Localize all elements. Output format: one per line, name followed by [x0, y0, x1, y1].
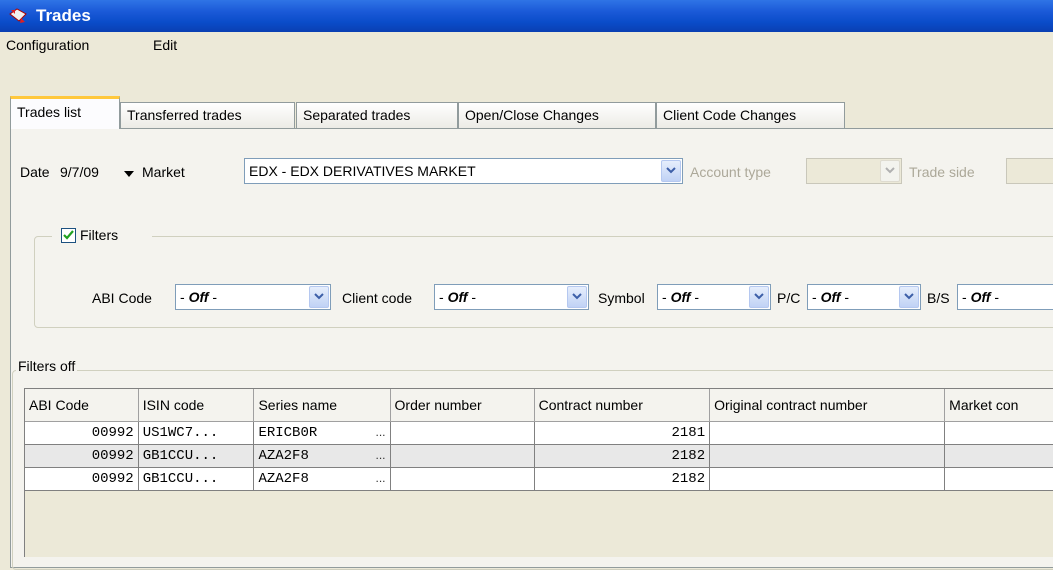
cell-series-name: ERICB0R... — [253, 421, 391, 445]
trade-side-select[interactable] — [1006, 158, 1053, 184]
filters-group — [34, 236, 1053, 328]
menu-configuration[interactable]: Configuration — [6, 37, 89, 53]
cell-abi-code: 00992 — [25, 444, 139, 468]
date-value[interactable]: 9/7/09 — [60, 164, 99, 180]
cell-isin-code: GB1CCU... — [138, 444, 255, 468]
chevron-down-icon — [754, 293, 764, 300]
bs-value: - Off - — [962, 289, 1000, 305]
tab-client-code-changes[interactable]: Client Code Changes — [656, 102, 845, 128]
market-dropdown-button[interactable] — [661, 160, 681, 182]
filters-label: Filters — [80, 227, 119, 243]
col-header-contract-number[interactable]: Contract number — [534, 389, 711, 422]
checkmark-icon — [63, 230, 74, 240]
cell-order-number — [390, 421, 535, 445]
table-header-row: ABI Code ISIN code Series name Order num… — [25, 389, 1053, 422]
cell-market-con — [944, 421, 1053, 445]
chevron-down-icon — [572, 293, 582, 300]
chevron-down-icon — [904, 293, 914, 300]
market-label: Market — [142, 164, 185, 180]
col-header-order-number[interactable]: Order number — [390, 389, 535, 422]
series-ellipsis-button[interactable]: ... — [376, 448, 386, 462]
pc-label: P/C — [777, 290, 801, 306]
tab-strip: Trades list Transferred trades Separated… — [0, 96, 1053, 129]
chevron-down-icon — [314, 293, 324, 300]
abi-code-dropdown-button[interactable] — [309, 286, 329, 308]
chevron-down-icon — [885, 167, 895, 174]
cell-series-name: AZA2F8... — [253, 444, 391, 468]
table-row[interactable]: 00992 GB1CCU... AZA2F8... 2182 — [25, 444, 1053, 468]
client-code-label: Client code — [342, 290, 413, 306]
col-header-original-contract-number[interactable]: Original contract number — [709, 389, 946, 422]
symbol-select[interactable]: - Off - — [657, 284, 771, 310]
cell-original-contract-number — [709, 444, 946, 468]
cell-series-name: AZA2F8... — [253, 467, 391, 491]
symbol-dropdown-button[interactable] — [749, 286, 769, 308]
cell-original-contract-number — [709, 421, 946, 445]
cell-order-number — [390, 467, 535, 491]
app-icon — [9, 8, 27, 23]
client-code-select[interactable]: - Off - — [434, 284, 589, 310]
pc-select[interactable]: - Off - — [807, 284, 921, 310]
tab-separated-trades[interactable]: Separated trades — [296, 102, 458, 128]
cell-isin-code: US1WC7... — [138, 421, 255, 445]
cell-isin-code: GB1CCU... — [138, 467, 255, 491]
abi-code-value: - Off - — [180, 289, 218, 305]
tab-open-close-changes[interactable]: Open/Close Changes — [458, 102, 656, 128]
filters-checkbox[interactable] — [61, 228, 76, 243]
cell-abi-code: 00992 — [25, 421, 139, 445]
account-type-dropdown-button[interactable] — [880, 160, 900, 182]
col-header-market-con[interactable]: Market con — [944, 389, 1053, 422]
date-dropdown-icon[interactable] — [123, 170, 135, 178]
series-ellipsis-button[interactable]: ... — [376, 425, 386, 439]
account-type-select[interactable] — [806, 158, 902, 184]
tab-trades-list[interactable]: Trades list — [10, 96, 120, 129]
pc-dropdown-button[interactable] — [899, 286, 919, 308]
market-select[interactable]: EDX - EDX DERIVATIVES MARKET — [244, 158, 683, 184]
chevron-down-icon — [666, 167, 676, 174]
cell-order-number — [390, 444, 535, 468]
symbol-value: - Off - — [662, 289, 700, 305]
tab-transferred-trades[interactable]: Transferred trades — [120, 102, 295, 128]
cell-original-contract-number — [709, 467, 946, 491]
menu-edit[interactable]: Edit — [153, 37, 177, 53]
symbol-label: Symbol — [598, 290, 645, 306]
menu-bar: Configuration Edit — [0, 32, 1053, 58]
col-header-isin-code[interactable]: ISIN code — [138, 389, 255, 422]
abi-code-select[interactable]: - Off - — [175, 284, 331, 310]
col-header-abi-code[interactable]: ABI Code — [25, 389, 139, 422]
cell-contract-number: 2181 — [534, 421, 711, 445]
trade-side-label: Trade side — [909, 164, 975, 180]
client-code-dropdown-button[interactable] — [567, 286, 587, 308]
cell-market-con — [944, 444, 1053, 468]
table-row[interactable]: 00992 US1WC7... ERICB0R... 2181 — [25, 421, 1053, 445]
date-label: Date — [20, 164, 50, 180]
series-ellipsis-button[interactable]: ... — [376, 471, 386, 485]
cell-contract-number: 2182 — [534, 444, 711, 468]
filters-header: Filters — [52, 224, 152, 250]
col-header-series-name[interactable]: Series name — [253, 389, 391, 422]
results-group-label: Filters off — [16, 358, 78, 374]
cell-market-con — [944, 467, 1053, 491]
title-bar: Trades — [0, 0, 1053, 32]
pc-value: - Off - — [812, 289, 850, 305]
cell-contract-number: 2182 — [534, 467, 711, 491]
cell-abi-code: 00992 — [25, 467, 139, 491]
client-code-value: - Off - — [439, 289, 477, 305]
account-type-label: Account type — [690, 164, 771, 180]
abi-code-label: ABI Code — [92, 290, 152, 306]
trades-table: ABI Code ISIN code Series name Order num… — [24, 388, 1053, 557]
bs-select[interactable]: - Off - — [957, 284, 1053, 310]
table-row[interactable]: 00992 GB1CCU... AZA2F8... 2182 — [25, 467, 1053, 491]
window-title: Trades — [36, 6, 91, 25]
trades-grid: ABI Code ISIN code Series name Order num… — [25, 389, 1053, 491]
bs-label: B/S — [927, 290, 950, 306]
market-value: EDX - EDX DERIVATIVES MARKET — [249, 163, 476, 179]
